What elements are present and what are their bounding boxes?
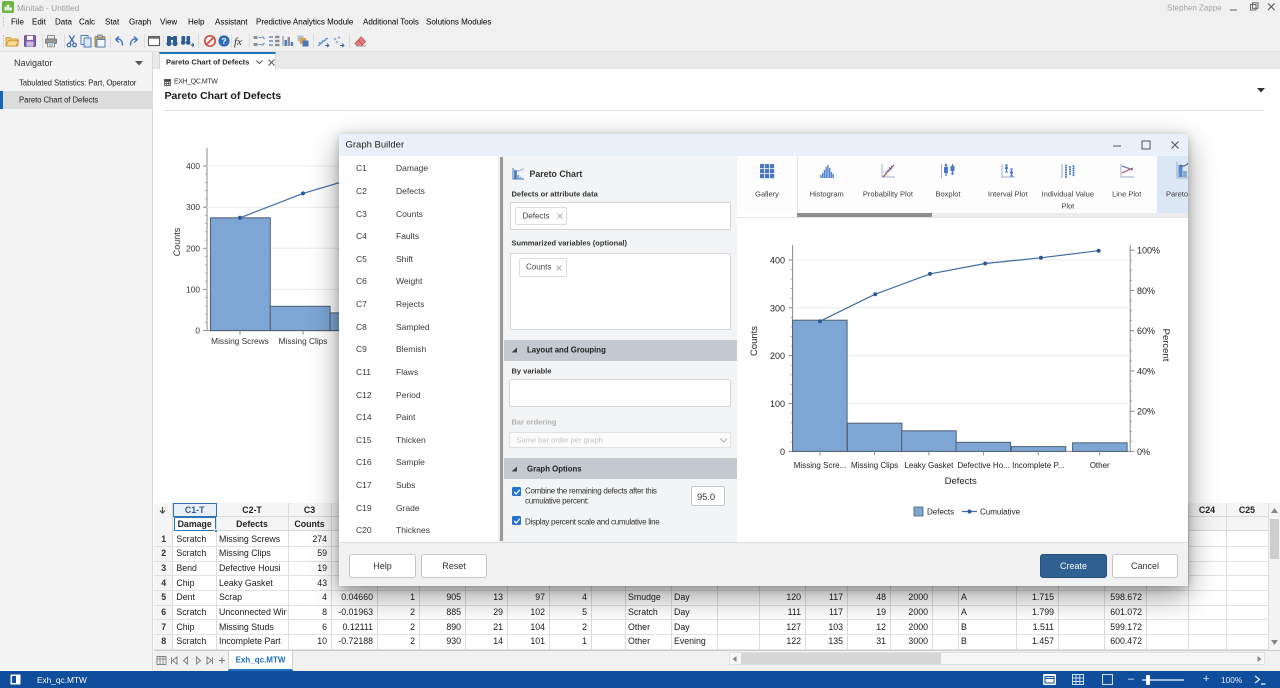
svg-text:Cumulative: Cumulative [980, 508, 1021, 517]
svg-text:300: 300 [770, 303, 785, 313]
svg-text:80%: 80% [1137, 286, 1155, 296]
svg-text:20%: 20% [1137, 407, 1155, 417]
svg-text:0%: 0% [1137, 447, 1150, 457]
svg-text:Percent: Percent [1160, 329, 1171, 362]
svg-text:Counts: Counts [172, 227, 182, 256]
svg-text:40%: 40% [1137, 366, 1155, 376]
svg-text:Missing Scre...: Missing Scre... [794, 461, 846, 470]
svg-text:Defective Ho...: Defective Ho... [957, 461, 1009, 470]
svg-text:Missing Clips: Missing Clips [851, 461, 898, 470]
svg-text:400: 400 [186, 161, 200, 171]
svg-text:0: 0 [195, 326, 200, 336]
svg-text:200: 200 [186, 243, 200, 253]
svg-text:400: 400 [770, 255, 785, 265]
svg-text:60%: 60% [1137, 326, 1155, 336]
svg-text:100: 100 [770, 399, 785, 409]
svg-text:Other: Other [1090, 461, 1110, 470]
svg-text:100%: 100% [1137, 246, 1160, 256]
svg-text:Missing Clips: Missing Clips [279, 336, 328, 346]
svg-text:Defects: Defects [945, 476, 977, 487]
svg-text:300: 300 [186, 202, 200, 212]
svg-text:Missing Screws: Missing Screws [211, 336, 269, 346]
svg-text:Leaky Gasket: Leaky Gasket [904, 461, 954, 470]
svg-text:0: 0 [780, 447, 785, 457]
svg-text:?: ? [221, 36, 226, 46]
svg-text:Incomplete P...: Incomplete P... [1012, 461, 1064, 470]
svg-text:Counts: Counts [749, 326, 760, 356]
svg-text:Defects: Defects [927, 508, 954, 517]
svg-text:fx: fx [234, 36, 242, 48]
svg-text:100: 100 [186, 284, 200, 294]
svg-text:200: 200 [770, 351, 785, 361]
